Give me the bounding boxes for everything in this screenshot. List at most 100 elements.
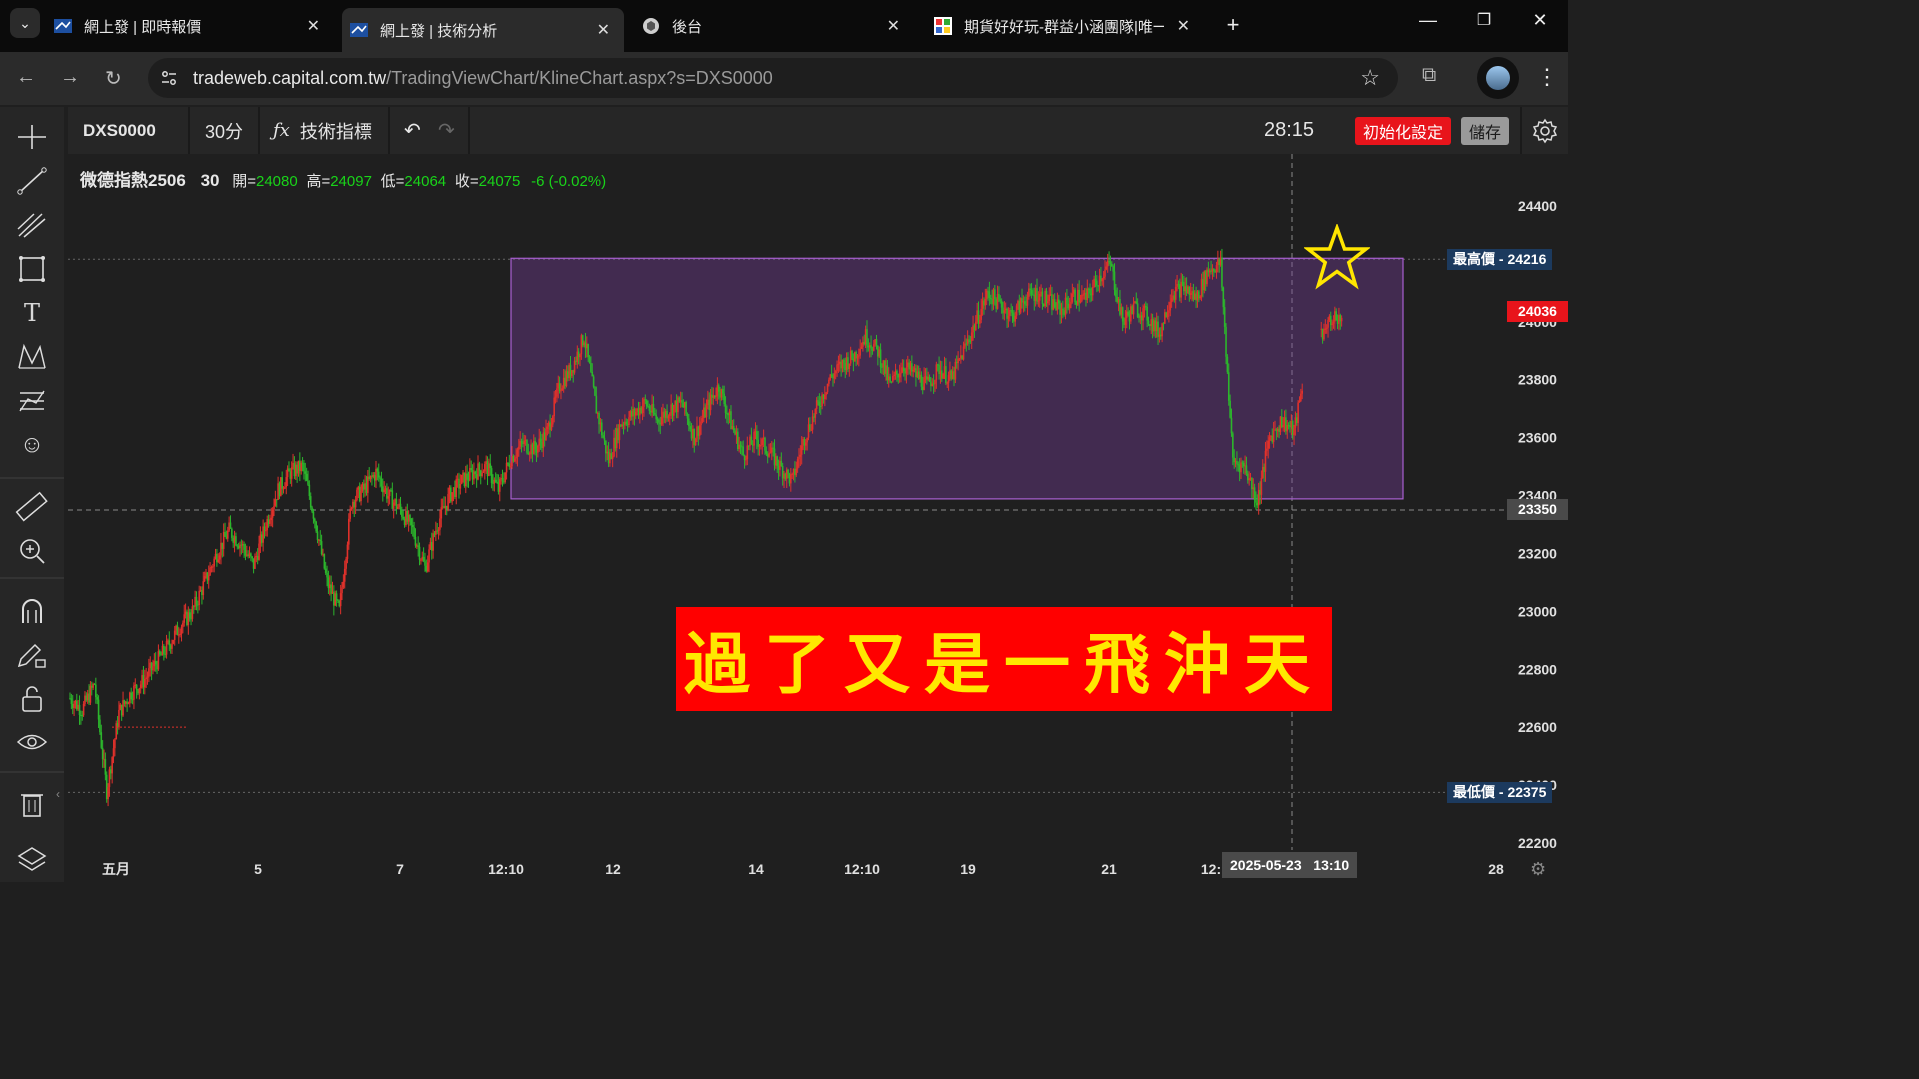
candle-body [624,421,626,426]
extensions-puzzle-icon[interactable]: ⧉ [1422,64,1436,87]
candle-body [1072,289,1075,294]
candle-body [248,553,251,557]
browser-menu-icon[interactable]: ⋮ [1536,64,1558,90]
candle-body [1091,287,1094,296]
reload-icon[interactable]: ↻ [105,66,122,91]
candle-body [377,471,380,478]
rectangle-tool-icon[interactable] [14,253,50,285]
candle-body [350,507,353,509]
save-button[interactable]: 儲存 [1461,107,1510,154]
ruler-tool-icon[interactable] [14,491,50,523]
profile-avatar[interactable] [1477,57,1519,99]
candle-body [318,539,320,541]
close-window-icon[interactable]: ✕ [1525,10,1555,31]
candle-body [1246,473,1249,481]
crosshair-tool-icon[interactable] [14,121,50,153]
fib-pitchfork-tool-icon[interactable] [14,209,50,241]
candle-body [878,349,881,357]
forward-arrow-icon[interactable]: → [60,66,80,89]
zoom-in-icon[interactable] [14,535,50,567]
chart-pane[interactable] [68,154,1507,850]
magnet-icon[interactable] [14,595,50,627]
candle-body [979,319,981,324]
candle-body [82,703,85,716]
trend-line-tool-icon[interactable] [14,165,50,197]
candle-body [1134,301,1136,304]
candle-body [1295,417,1298,423]
back-arrow-icon[interactable]: ← [16,66,36,89]
tab-realtime-quote[interactable]: 網上發 | 即時報價 ✕ [54,8,334,44]
unlock-icon[interactable] [14,683,50,715]
candle-body [602,435,604,438]
candle-body [980,308,983,320]
indicators-button[interactable]: ƒx 技術指標 [273,107,372,154]
text-tool-icon[interactable]: T [14,297,50,329]
candle-body [625,421,628,425]
candle-body [901,367,904,373]
candle-body [503,481,505,483]
candle-body [1051,294,1053,310]
close-tab-icon[interactable]: ✕ [597,20,610,40]
minimize-window-icon[interactable]: — [1413,10,1443,31]
tab-futures-fun[interactable]: 期貨好好玩-群益小涵團隊|唯一 ✕ [934,8,1204,44]
candle-body [739,444,742,447]
candle-body [677,397,679,413]
time-tick-label: 21 [1101,861,1117,877]
candle-body [240,544,243,546]
collapse-toolbar-chevron-icon[interactable]: ‹ [56,787,60,801]
star-annotation-icon[interactable] [1304,224,1370,294]
candle-body [640,407,643,414]
candle-body [241,544,244,546]
tab-backend[interactable]: 後台 ✕ [642,8,914,44]
restore-window-icon[interactable]: ❐ [1469,10,1499,30]
visibility-eye-icon[interactable] [14,727,50,759]
candle-body [587,343,589,358]
candle-body [470,467,473,471]
candle-body [422,556,425,562]
candle-body [936,364,939,366]
candle-body [209,567,211,576]
candle-body [90,685,93,688]
candle-body [1147,320,1150,325]
reset-settings-button[interactable]: 初始化設定 [1355,107,1452,154]
candle-body [586,343,588,349]
emoji-tool-icon[interactable]: ☺ [14,429,50,461]
prediction-tool-icon[interactable] [14,385,50,417]
interval-button[interactable]: 30分 [205,107,243,154]
settings-gear-icon[interactable] [1532,118,1558,144]
layers-icon[interactable] [14,843,50,875]
candle-body [1139,315,1142,318]
annotation-banner[interactable]: 過了又是一飛沖天 [676,607,1332,711]
url-field[interactable]: tradeweb.capital.com.tw/TradingViewChart… [148,58,1398,98]
candle-body [1066,297,1068,304]
candle-body [452,487,455,493]
close-tab-icon[interactable]: ✕ [1177,16,1190,36]
candle-body [1081,294,1083,301]
lock-drawing-pencil-icon[interactable] [14,639,50,671]
candle-body [698,425,701,436]
axis-settings-icon[interactable]: ⚙ [1530,859,1546,879]
close-tab-icon[interactable]: ✕ [887,16,900,36]
candle-body [426,562,429,572]
candle-body [634,412,637,416]
candle-body [172,640,175,644]
undo-icon[interactable]: ↶ [404,107,421,154]
candle-body [515,456,517,459]
site-info-icon[interactable] [160,69,178,87]
bookmark-star-icon[interactable]: ☆ [1360,65,1380,91]
close-tab-icon[interactable]: ✕ [307,16,320,36]
tab-technical-analysis[interactable]: 網上發 | 技術分析 ✕ [342,8,624,52]
candle-body [813,416,815,418]
redo-icon[interactable]: ↷ [438,107,455,154]
trash-icon[interactable] [14,787,50,819]
new-tab-plus-icon[interactable]: + [1218,12,1248,38]
symbol-button[interactable]: DXS0000 [83,107,156,154]
pattern-tool-icon[interactable] [14,341,50,373]
candlestick-plot[interactable] [68,154,1507,850]
candle-body [1057,299,1060,304]
candle-body [840,361,842,369]
tab-search-chevron-icon[interactable]: ⌄ [10,8,40,38]
candle-body [819,405,822,407]
candle-body [1135,301,1138,304]
candle-body [1325,327,1328,329]
